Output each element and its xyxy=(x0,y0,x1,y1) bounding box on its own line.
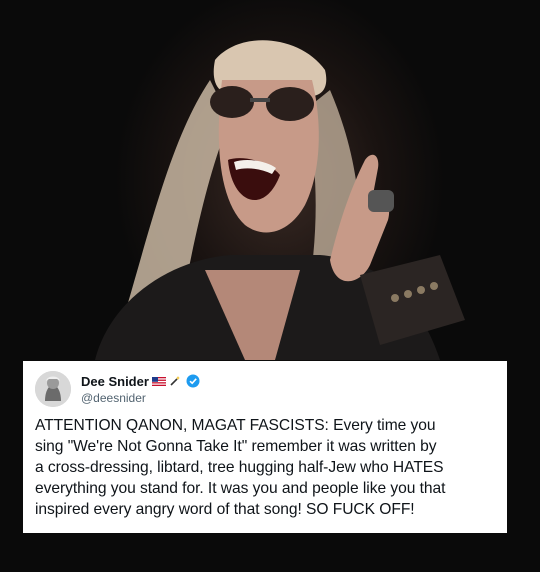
user-info: Dee Snider @deesnider xyxy=(81,374,200,405)
avatar-icon xyxy=(35,371,71,407)
user-handle[interactable]: @deesnider xyxy=(81,391,200,405)
display-name[interactable]: Dee Snider xyxy=(81,374,149,389)
tweet-body: ATTENTION QANON, MAGAT FASCISTS: Every t… xyxy=(35,415,495,520)
verified-badge-icon xyxy=(186,374,200,388)
name-row: Dee Snider xyxy=(81,374,200,389)
tweet-header: Dee Snider @deesnider xyxy=(35,369,495,409)
magic-wand-icon xyxy=(170,376,180,386)
tweet-text-line: everything you stand for. It was you and… xyxy=(35,480,446,497)
us-flag-icon xyxy=(151,376,166,386)
tweet-text-line: inspired every angry word of that song! … xyxy=(35,501,415,518)
tweet-card: Dee Snider @deesnider ATTENTION QANON, M… xyxy=(23,361,507,533)
tweet-text-line: sing "We're Not Gonna Take It" remember … xyxy=(35,438,437,455)
avatar[interactable] xyxy=(35,371,71,407)
tweet-text-line: a cross-dressing, libtard, tree hugging … xyxy=(35,459,444,476)
tweet-text-line: ATTENTION QANON, MAGAT FASCISTS: Every t… xyxy=(35,417,436,434)
